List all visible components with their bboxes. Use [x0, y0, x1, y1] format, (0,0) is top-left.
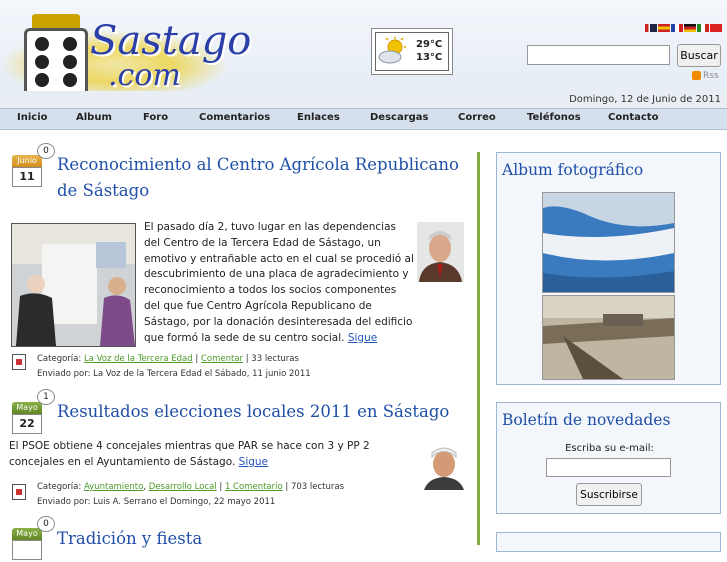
- post-body-text: El PSOE obtiene 4 concejales mientras qu…: [9, 440, 370, 468]
- sun-cloud-icon: [378, 37, 406, 64]
- author-avatar: [417, 222, 464, 282]
- rss-icon: [692, 71, 701, 80]
- column-divider: [477, 152, 480, 545]
- post-day: 11: [12, 167, 42, 187]
- subscribe-button[interactable]: Suscribirse: [576, 483, 642, 506]
- post-body: El pasado día 2, tuvo lugar en las depen…: [144, 220, 414, 346]
- newsletter-title: Boletín de novedades: [502, 411, 671, 429]
- post-meta-categories: Categoría: La Voz de la Tercera Edad | C…: [37, 354, 299, 364]
- album-title: Album fotográfico: [502, 161, 644, 179]
- post-title[interactable]: Tradición y fiesta: [57, 526, 467, 552]
- document-icon: [12, 484, 26, 500]
- album-box: Album fotográfico: [496, 152, 721, 385]
- post-title[interactable]: Resultados elecciones locales 2011 en Sá…: [57, 399, 467, 425]
- flag-es-icon[interactable]: [658, 24, 670, 32]
- dice-shield-icon: [24, 28, 88, 96]
- album-photo[interactable]: [542, 192, 675, 293]
- flag-fr-icon[interactable]: [671, 24, 683, 32]
- flag-de-icon[interactable]: [684, 24, 696, 32]
- nav-item-inicio[interactable]: Inicio: [17, 112, 48, 123]
- read-count: | 703 lecturas: [285, 482, 344, 492]
- read-count: | 33 lecturas: [245, 354, 299, 364]
- rss-link[interactable]: Rss: [692, 71, 719, 81]
- post-month: Junio: [12, 155, 42, 167]
- calendar-icon: Mayo 22: [12, 402, 42, 436]
- language-flags: [644, 22, 722, 35]
- logo-text-domain: .com: [108, 58, 181, 93]
- post-photo[interactable]: [11, 223, 136, 347]
- flag-it-icon[interactable]: [697, 24, 709, 32]
- document-icon: [12, 354, 26, 370]
- post-meta-sent: Enviado por: La Voz de la Tercera Edad e…: [37, 369, 311, 379]
- category-link[interactable]: La Voz de la Tercera Edad: [84, 354, 193, 364]
- nav-item-correo[interactable]: Correo: [458, 112, 496, 123]
- post-month: Mayo: [12, 528, 42, 540]
- calendar-icon: Mayo: [12, 528, 42, 562]
- nav-item-contacto[interactable]: Contacto: [608, 112, 658, 123]
- category-link[interactable]: Ayuntamiento: [84, 482, 143, 492]
- email-label: Escriba su e-mail:: [565, 443, 654, 454]
- temperature-max: 29°C: [416, 39, 443, 50]
- post-meta-categories: Categoría: Ayuntamiento, Desarrollo Loca…: [37, 482, 344, 492]
- author-avatar: [424, 442, 464, 490]
- newsletter-box: Boletín de novedades Escriba su e-mail: …: [496, 402, 721, 514]
- nav-item-enlaces[interactable]: Enlaces: [297, 112, 340, 123]
- category-link[interactable]: Desarrollo Local: [149, 482, 217, 492]
- email-field[interactable]: [546, 458, 671, 477]
- weather-widget: 29°C 13°C: [371, 28, 453, 75]
- site-header: Sastago .com 29°C 13°C Buscar Rss Doming…: [0, 0, 727, 109]
- search-input[interactable]: [527, 45, 670, 65]
- sidebar-box: [496, 532, 721, 552]
- post-day: 22: [12, 414, 42, 434]
- post-body: El PSOE obtiene 4 concejales mientras qu…: [9, 439, 421, 471]
- post-meta-sent: Enviado por: Luis A. Serrano el Domingo,…: [37, 497, 276, 507]
- category-label: Categoría:: [37, 354, 82, 364]
- flag-cn-icon[interactable]: [710, 24, 722, 32]
- nav-item-foro[interactable]: Foro: [143, 112, 168, 123]
- post-month: Mayo: [12, 402, 42, 414]
- rss-label: Rss: [703, 71, 719, 81]
- comment-count-bubble[interactable]: 1: [37, 389, 55, 405]
- comment-count-bubble[interactable]: 0: [37, 516, 55, 532]
- comment-link[interactable]: 1 Comentario: [225, 482, 283, 492]
- search-button[interactable]: Buscar: [677, 44, 721, 67]
- comment-count-bubble[interactable]: 0: [37, 143, 55, 159]
- post-title[interactable]: Reconocimiento al Centro Agrícola Republ…: [57, 152, 467, 204]
- current-date: Domingo, 12 de Junio de 2011: [569, 94, 721, 105]
- read-more-link[interactable]: Sigue: [348, 332, 377, 344]
- flag-uk-icon[interactable]: [645, 24, 657, 32]
- post-day: [12, 540, 42, 560]
- date-bar: Domingo, 12 de Junio de 2011: [0, 91, 727, 108]
- temperature-min: 13°C: [416, 52, 443, 63]
- category-label: Categoría:: [37, 482, 82, 492]
- main-nav: Inicio Album Foro Comentarios Enlaces De…: [0, 108, 727, 130]
- album-photo[interactable]: [542, 295, 675, 380]
- post-body-text: El pasado día 2, tuvo lugar en las depen…: [144, 221, 414, 344]
- comment-link[interactable]: Comentar: [201, 354, 243, 364]
- read-more-link[interactable]: Sigue: [239, 456, 268, 468]
- calendar-icon: Junio 11: [12, 155, 42, 189]
- nav-item-descargas[interactable]: Descargas: [370, 112, 429, 123]
- nav-item-album[interactable]: Album: [76, 112, 112, 123]
- nav-item-telefonos[interactable]: Teléfonos: [527, 112, 581, 123]
- nav-item-comentarios[interactable]: Comentarios: [199, 112, 270, 123]
